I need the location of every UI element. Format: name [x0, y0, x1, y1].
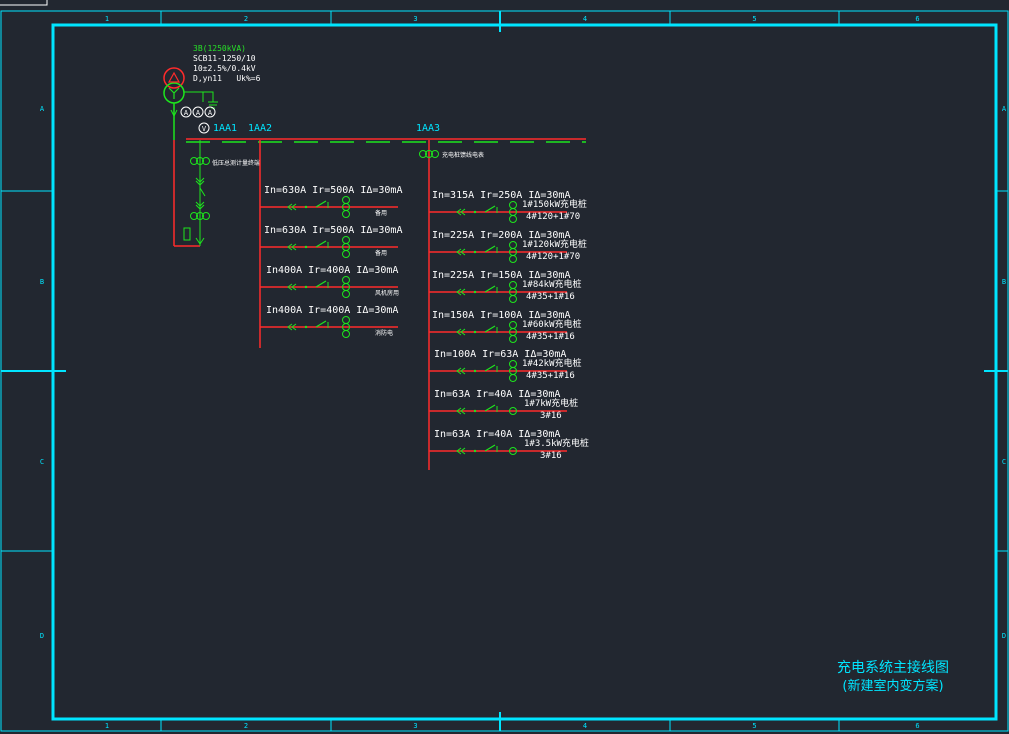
feeder-1aa3: In=63A Ir=40A IΔ=30mA1#7kW充电桩3#16 — [429, 389, 578, 421]
panel-label-1aa1: 1AA1 — [213, 123, 237, 134]
frame-column-label: 4 — [583, 15, 587, 23]
feeder-1aa2: In400A Ir=400A IΔ=30mA 消防电 — [260, 305, 398, 338]
transformer-name: 3B(1250kVA) — [193, 44, 246, 53]
feeder-rating: In400A Ir=400A IΔ=30mA — [266, 305, 398, 316]
frame-column-label: 2 — [244, 722, 248, 730]
frame-zone-labels: 112233445566A AB BC CD D — [40, 15, 1007, 730]
frame-row-label: D — [40, 632, 44, 640]
feeder-cable: 4#35+1#16 — [526, 371, 575, 381]
frame-column-label: 2 — [244, 15, 248, 23]
feeder-load: 1#60kW充电桩 — [522, 318, 582, 330]
feeder-1aa2: In400A Ir=400A IΔ=30mA 风机房用 — [260, 265, 399, 298]
frame-column-label: 4 — [583, 722, 587, 730]
svg-text:A: A — [196, 109, 201, 117]
aa3-metering-label: 充电桩馈线电表 — [442, 151, 484, 159]
frame-column-label: 3 — [413, 722, 417, 730]
frame-column-label: 5 — [752, 15, 756, 23]
tab-remnant — [0, 0, 48, 6]
frame-column-label: 5 — [752, 722, 756, 730]
feeder-1aa3: In=150A Ir=100A IΔ=30mA1#60kW充电桩4#35+1#1… — [429, 310, 582, 343]
feeder-rating: In=630A Ir=500A IΔ=30mA — [264, 185, 402, 196]
panel-label-1aa2: 1AA2 — [248, 123, 272, 134]
frame-row-label: C — [1002, 458, 1006, 466]
frame-column-label: 3 — [413, 15, 417, 23]
feeder-cable: 4#120+1#70 — [526, 252, 580, 262]
frame-column-label: 1 — [105, 722, 109, 730]
feeder-1aa3: In=225A Ir=150A IΔ=30mA1#84kW充电桩4#35+1#1… — [429, 270, 582, 303]
feeder-cable: 3#16 — [540, 411, 562, 421]
frame-row-label: B — [40, 278, 44, 286]
svg-text:V: V — [202, 125, 207, 133]
feeder-rating: In=630A Ir=500A IΔ=30mA — [264, 225, 402, 236]
feeder-cable: 3#16 — [540, 451, 562, 461]
feeder-rating: In400A Ir=400A IΔ=30mA — [266, 265, 398, 276]
drawing-subtitle: (新建室内变方案) — [842, 678, 943, 694]
transformer-model: SCB11-1250/10 — [193, 54, 256, 63]
incoming-feeder — [173, 140, 210, 247]
frame-row-label: D — [1002, 632, 1006, 640]
frame-column-label: 1 — [105, 15, 109, 23]
frame-row-label: C — [40, 458, 44, 466]
feeder-1aa3: In=100A Ir=63A IΔ=30mA1#42kW充电桩4#35+1#16 — [429, 349, 582, 382]
feeder-load: 消防电 — [375, 329, 393, 337]
feeder-cable: 4#35+1#16 — [526, 332, 575, 342]
svg-text:A: A — [184, 109, 189, 117]
inner-frame — [51, 23, 998, 721]
feeder-cable: 4#35+1#16 — [526, 292, 575, 302]
feeder-1aa2: In=630A Ir=500A IΔ=30mA 备用 — [260, 185, 402, 218]
frame-column-label: 6 — [915, 722, 919, 730]
frame-row-label: A — [40, 105, 45, 113]
feeder-load: 1#7kW充电桩 — [524, 397, 578, 409]
feeder-load: 风机房用 — [375, 289, 399, 297]
feeder-1aa2: In=630A Ir=500A IΔ=30mA 备用 — [260, 225, 402, 258]
feeder-cable: 4#120+1#70 — [526, 212, 580, 222]
panel-label-1aa3: 1AA3 — [416, 123, 440, 134]
frame-row-label: A — [1002, 105, 1007, 113]
drawing-title: 充电系统主接线图 — [837, 659, 949, 676]
transformer-vector-group: D,yn11 Uk%=6 — [193, 74, 261, 83]
feeder-group-1aa3: In=315A Ir=250A IΔ=30mA1#150kW充电桩4#120+1… — [429, 190, 589, 461]
meter-group: A A A V — [180, 106, 216, 134]
svg-text:A: A — [208, 109, 213, 117]
feeder-load: 1#42kW充电桩 — [522, 357, 582, 369]
feeder-load: 1#84kW充电桩 — [522, 278, 582, 290]
feeder-1aa3: In=315A Ir=250A IΔ=30mA1#150kW充电桩4#120+1… — [429, 190, 587, 223]
single-line-diagram-canvas: 112233445566A AB BC CD D A A A V 3B(1250kVA)… — [0, 0, 1009, 732]
feeder-load: 1#120kW充电桩 — [522, 238, 587, 250]
feeder-load: 备用 — [375, 249, 387, 257]
feeder-1aa3: In=63A Ir=40A IΔ=30mA1#3.5kW充电桩3#16 — [429, 429, 589, 461]
incoming-metering-label: 低压总测计量终端 — [212, 159, 260, 167]
feeder-load: 备用 — [375, 209, 387, 217]
feeder-load: 1#3.5kW充电桩 — [524, 437, 589, 449]
transformer-ratio: 10±2.5%/0.4kV — [193, 64, 256, 73]
feeder-1aa3: In=225A Ir=200A IΔ=30mA1#120kW充电桩4#120+1… — [429, 230, 587, 263]
frame-row-label: B — [1002, 278, 1006, 286]
feeder-load: 1#150kW充电桩 — [522, 198, 587, 210]
frame-column-label: 6 — [915, 15, 919, 23]
feeder-group-1aa2: In=630A Ir=500A IΔ=30mA备用In=630A Ir=500A… — [260, 185, 402, 338]
